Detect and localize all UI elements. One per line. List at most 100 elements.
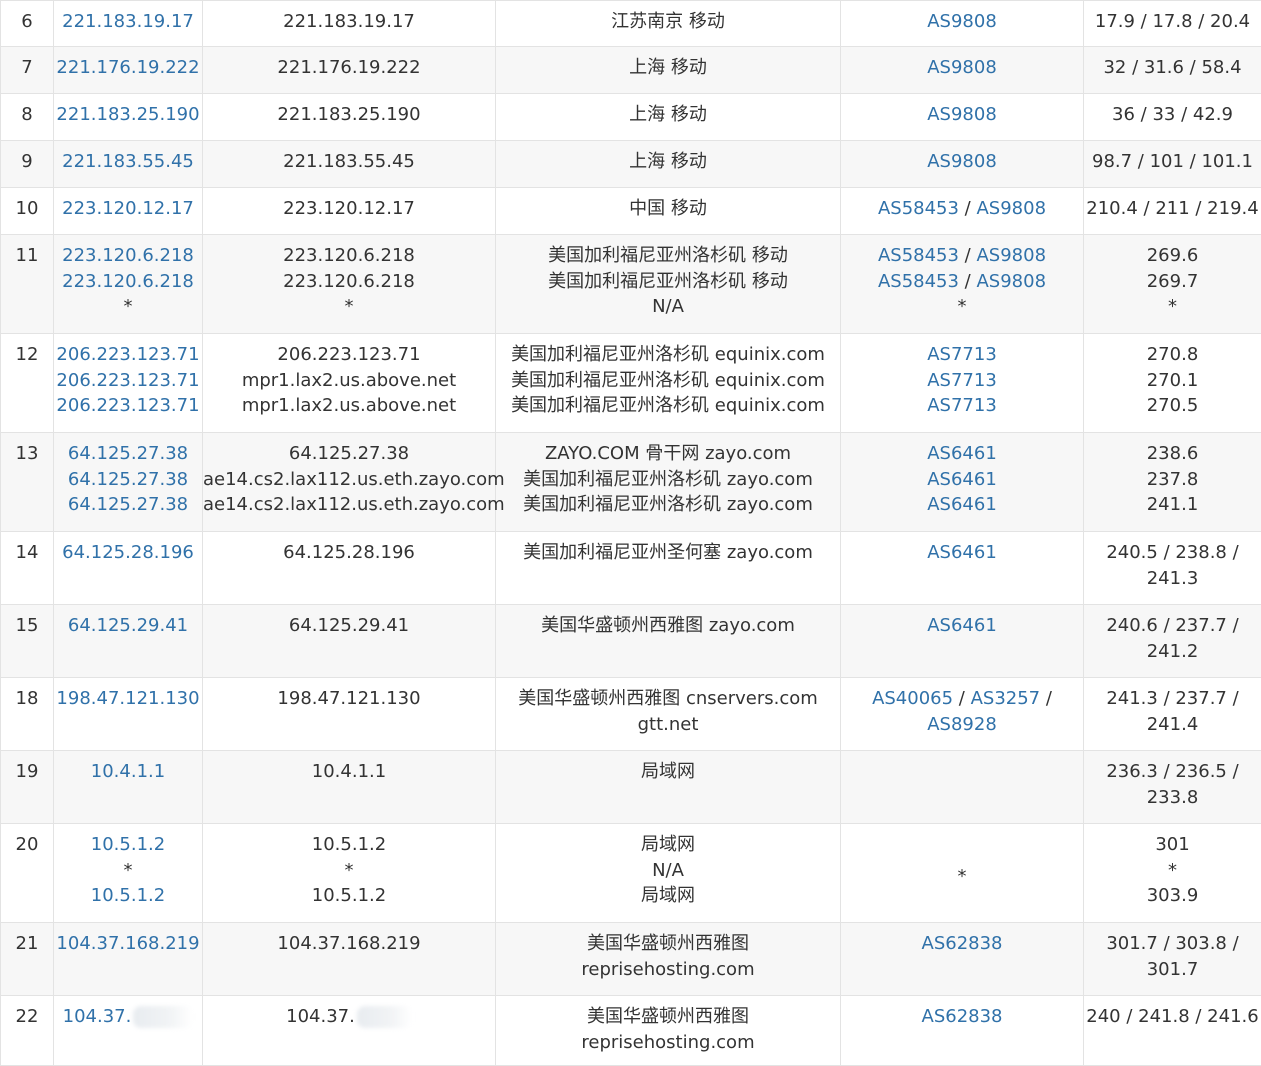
ip-text: 198.47.121.130 (56, 688, 199, 709)
asn-separator: / (959, 271, 977, 292)
asn-link[interactable]: AS8928 (927, 714, 997, 735)
hop-number-cell: 22 (1, 996, 54, 1066)
asn-link[interactable]: AS62838 (922, 933, 1003, 954)
latency-text: 270.1 (1084, 368, 1261, 394)
ip-link[interactable]: 64.125.27.38 (54, 467, 202, 493)
geo-cell: 中国 移动 (496, 188, 841, 235)
latency-cell: 301.7 / 303.8 /301.7 (1084, 923, 1261, 996)
latency-cell: 236.3 / 236.5 /233.8 (1084, 751, 1261, 824)
asn-link[interactable]: AS58453 (878, 198, 959, 219)
ip-link[interactable]: 206.223.123.71 (54, 393, 202, 419)
ip-link[interactable]: 221.183.19.17 (54, 9, 202, 35)
hop-number: 15 (1, 613, 53, 639)
hostname-value: 104.37.168.219 (277, 933, 420, 954)
geo-cell: 美国华盛顿州西雅图 zayo.com (496, 605, 841, 678)
ip-link[interactable]: 221.183.25.190 (54, 102, 202, 128)
asn-link[interactable]: AS7713 (927, 370, 997, 391)
ip-cell: 64.125.29.41 (54, 605, 203, 678)
asn-cell: AS9808 (841, 94, 1084, 141)
asn-link[interactable]: AS58453 (878, 271, 959, 292)
latency-cell: 98.7 / 101 / 101.1 (1084, 141, 1261, 188)
ip-link[interactable]: 198.47.121.130 (54, 686, 202, 712)
hop-number-cell: 14 (1, 532, 54, 605)
ip-link[interactable]: 104.37. (54, 1004, 202, 1030)
hop-number-cell: 12 (1, 334, 54, 433)
asn-link[interactable]: AS3257 (971, 688, 1041, 709)
ip-link[interactable]: 64.125.29.41 (54, 613, 202, 639)
geo-text: 美国加利福尼亚州洛杉矶 equinix.com (496, 368, 840, 394)
asn-link[interactable]: AS9808 (976, 245, 1046, 266)
asn-link[interactable]: AS62838 (922, 1006, 1003, 1027)
hop-number: 12 (1, 342, 53, 368)
ip-text: 104.37.168.219 (56, 933, 199, 954)
asn-link[interactable]: AS9808 (976, 271, 1046, 292)
hostname-text: 64.125.29.41 (203, 613, 495, 639)
ip-link[interactable]: 223.120.6.218 (54, 243, 202, 269)
ip-link[interactable]: 64.125.28.196 (54, 540, 202, 566)
ip-link[interactable]: 10.4.1.1 (54, 759, 202, 785)
asn-link[interactable]: AS7713 (927, 344, 997, 365)
asn-link[interactable]: AS6461 (927, 542, 997, 563)
asn-line: AS6461 (841, 492, 1083, 518)
ip-link[interactable]: 10.5.1.2 (54, 883, 202, 909)
hostname-cell: 104.37. (203, 996, 496, 1066)
hostname-value: 64.125.29.41 (289, 615, 409, 636)
geo-text: 美国加利福尼亚州圣何塞 zayo.com (496, 540, 840, 566)
ip-link[interactable]: 104.37.168.219 (54, 931, 202, 957)
ip-link[interactable]: 223.120.12.17 (54, 196, 202, 222)
ip-link[interactable]: 221.183.55.45 (54, 149, 202, 175)
asn-link[interactable]: AS9808 (927, 104, 997, 125)
latency-text: 241.1 (1084, 492, 1261, 518)
hop-number-cell: 20 (1, 824, 54, 923)
latency-cell: 238.6237.8241.1 (1084, 433, 1261, 532)
table-row: 9221.183.55.45221.183.55.45上海 移动AS980898… (1, 141, 1261, 188)
asn-link[interactable]: AS40065 (872, 688, 953, 709)
asn-line: AS6461 (841, 441, 1083, 467)
asn-link[interactable]: AS9808 (976, 198, 1046, 219)
ip-text: 10.5.1.2 (91, 885, 165, 906)
geo-text: 美国加利福尼亚州洛杉矶 移动 (496, 243, 840, 269)
asn-link[interactable]: AS7713 (927, 395, 997, 416)
asn-link[interactable]: AS9808 (927, 151, 997, 172)
geo-text: 上海 移动 (496, 102, 840, 128)
geo-cell: 江苏南京 移动 (496, 1, 841, 47)
ip-link[interactable]: 206.223.123.71 (54, 342, 202, 368)
geo-text: 美国华盛顿州西雅图 (496, 1004, 840, 1030)
hostname-text: * (203, 858, 495, 884)
geo-cell: ZAYO.COM 骨干网 zayo.com美国加利福尼亚州洛杉矶 zayo.co… (496, 433, 841, 532)
asn-link[interactable]: AS6461 (927, 469, 997, 490)
hostname-value: 221.183.25.190 (277, 104, 420, 125)
geo-text: N/A (496, 858, 840, 884)
asn-link[interactable]: AS58453 (878, 245, 959, 266)
latency-text: 210.4 / 211 / 219.4 (1084, 196, 1261, 222)
hop-number-cell: 18 (1, 678, 54, 751)
latency-text: 237.8 (1084, 467, 1261, 493)
asn-link[interactable]: AS9808 (927, 11, 997, 32)
asn-line: AS7713 (841, 393, 1083, 419)
hostname-value: 221.183.19.17 (283, 11, 415, 32)
ip-link[interactable]: 64.125.27.38 (54, 492, 202, 518)
ip-cell: 198.47.121.130 (54, 678, 203, 751)
table-row: 22104.37.104.37.美国华盛顿州西雅图reprisehosting.… (1, 996, 1261, 1066)
hop-number-cell: 8 (1, 94, 54, 141)
ip-link[interactable]: 223.120.6.218 (54, 269, 202, 295)
hostname-cell: 206.223.123.71mpr1.lax2.us.above.netmpr1… (203, 334, 496, 433)
asn-link[interactable]: AS6461 (927, 443, 997, 464)
hostname-text: mpr1.lax2.us.above.net (203, 393, 495, 419)
hostname-text: 104.37. (203, 1004, 495, 1030)
ip-link[interactable]: 64.125.27.38 (54, 441, 202, 467)
hop-number-cell: 19 (1, 751, 54, 824)
asn-link[interactable]: AS6461 (927, 494, 997, 515)
hop-number-cell: 9 (1, 141, 54, 188)
ip-link[interactable]: 10.5.1.2 (54, 832, 202, 858)
ip-text: 10.5.1.2 (91, 834, 165, 855)
ip-link[interactable]: 206.223.123.71 (54, 368, 202, 394)
ip-text: * (124, 296, 133, 317)
hop-number: 6 (1, 9, 53, 35)
hostname-text: 64.125.27.38 (203, 441, 495, 467)
asn-link[interactable]: AS6461 (927, 615, 997, 636)
table-row: 1464.125.28.19664.125.28.196美国加利福尼亚州圣何塞 … (1, 532, 1261, 605)
hop-number: 19 (1, 759, 53, 785)
asn-link[interactable]: AS9808 (927, 57, 997, 78)
ip-link[interactable]: 221.176.19.222 (54, 55, 202, 81)
